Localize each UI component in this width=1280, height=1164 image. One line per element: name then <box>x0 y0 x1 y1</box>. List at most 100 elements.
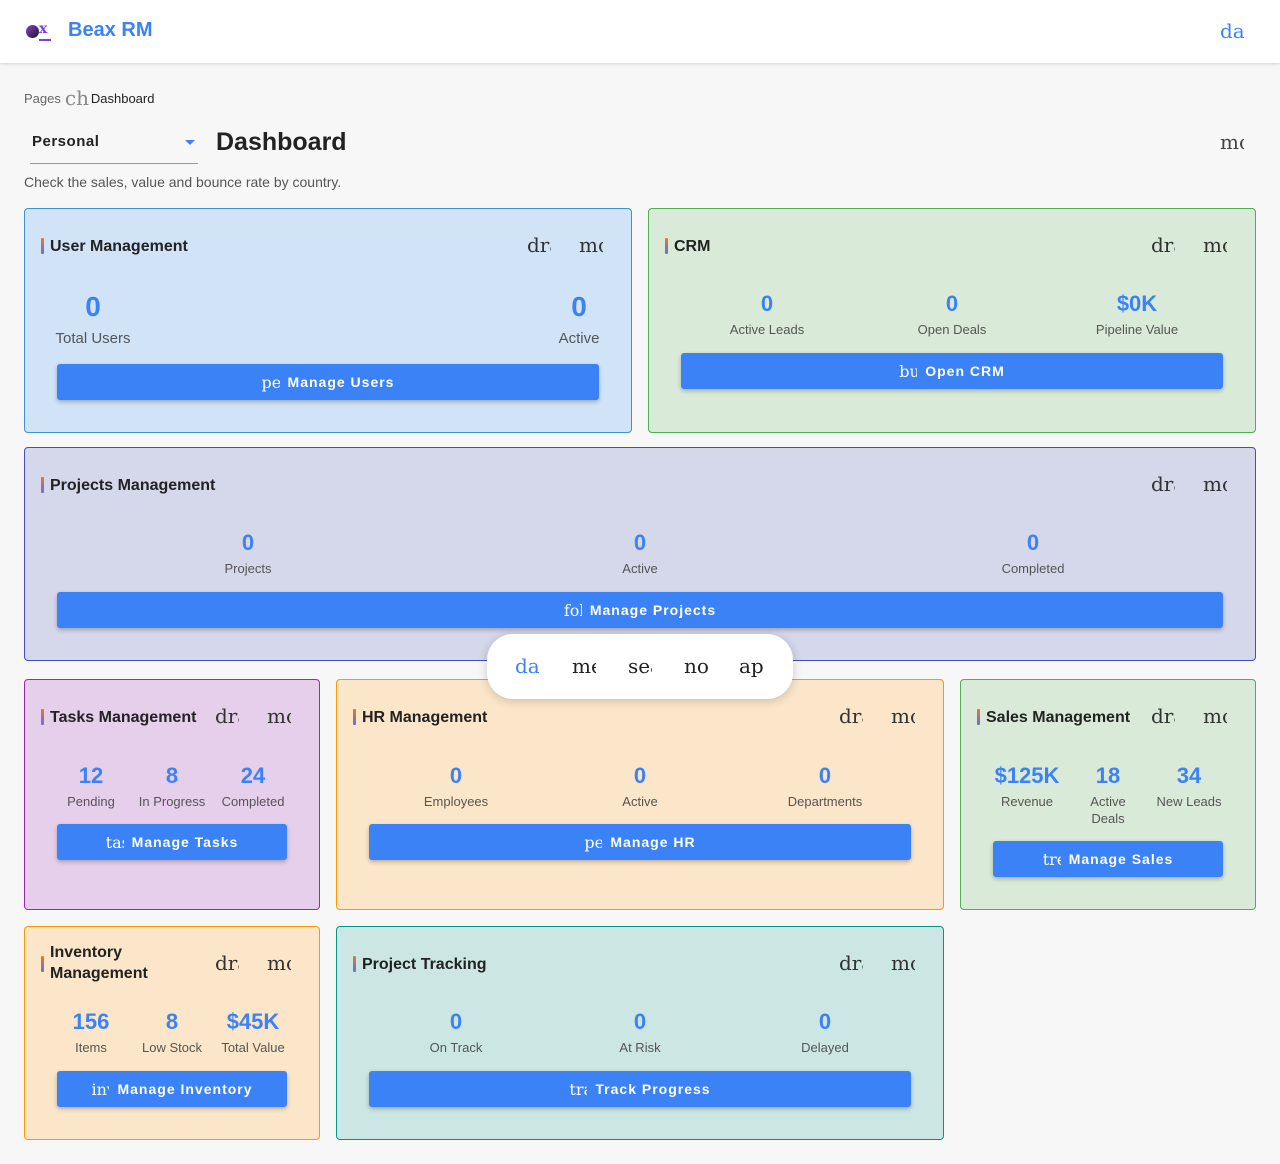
more-vert-icon[interactable]: more_vert <box>1203 472 1227 496</box>
nav-search-icon[interactable]: search <box>628 654 652 678</box>
breadcrumb: Pages chevron_right Dashboard <box>24 86 154 110</box>
stat-value: 156 <box>72 1009 110 1034</box>
button-label: Manage Inventory <box>117 1081 253 1097</box>
page-subtitle: Check the sales, value and bounce rate b… <box>24 174 342 190</box>
manage-projects-button[interactable]: folder Manage Projects <box>57 592 1223 628</box>
chevron-right-icon: chevron_right <box>64 86 89 110</box>
stat-value: 0 <box>818 763 832 788</box>
stat-value: 8 <box>165 1009 179 1034</box>
button-label: Manage Sales <box>1068 851 1174 867</box>
workspace-select-value: Personal <box>32 133 100 150</box>
title-accent-bar <box>665 238 668 254</box>
card-title: CRM <box>674 238 711 255</box>
button-label: Manage Users <box>287 374 395 390</box>
title-accent-bar <box>353 709 356 725</box>
people-icon: people <box>584 832 603 852</box>
workspace-select[interactable]: Personal <box>30 124 198 164</box>
stat-label: Active <box>558 330 600 347</box>
stat-label: Employees <box>423 794 489 809</box>
stat-value: $125K <box>994 763 1060 788</box>
more-vert-icon[interactable]: more_vert <box>1203 704 1227 728</box>
stat-value: 0 <box>241 530 255 555</box>
title-accent-bar <box>41 956 44 972</box>
card-title: HR Management <box>362 709 488 726</box>
floating-bottom-nav: dashboard menu search notifications apps <box>487 634 793 699</box>
task-icon: task <box>105 832 124 852</box>
button-label: Manage Tasks <box>131 834 239 850</box>
track-progress-button[interactable]: track_changes Track Progress <box>369 1071 911 1107</box>
stat-label: In Progress <box>138 794 206 809</box>
manage-inventory-button[interactable]: inventory Manage Inventory <box>57 1071 287 1107</box>
stat-value: 24 <box>240 763 266 788</box>
dashboard-icon[interactable]: dashboard <box>1220 19 1244 43</box>
card-title: Sales Management <box>986 709 1131 726</box>
title-accent-bar <box>41 477 44 493</box>
manage-sales-button[interactable]: trending_up Manage Sales <box>993 841 1223 877</box>
stat-value: 0 <box>818 1009 832 1034</box>
more-vert-icon[interactable]: more_vert <box>891 704 915 728</box>
folder-icon: folder <box>563 600 582 620</box>
stat-value: 0 <box>760 291 774 316</box>
stat-label: Active Deals <box>1090 794 1126 826</box>
stat-label: Departments <box>787 794 863 809</box>
stat-label: New Leads <box>1156 794 1222 809</box>
drag-indicator-icon[interactable]: drag_indicator <box>1151 472 1175 496</box>
nav-apps-icon[interactable]: apps <box>739 654 763 678</box>
app-logo[interactable]: x <box>26 21 54 42</box>
card-title: User Management <box>50 238 188 255</box>
stat-value: 0 <box>633 530 647 555</box>
drag-indicator-icon[interactable]: drag_indicator <box>839 704 863 728</box>
people-icon: people <box>261 372 280 392</box>
manage-users-button[interactable]: people Manage Users <box>57 364 599 400</box>
inventory-management-card: Inventory Management drag_indicator more… <box>24 926 320 1140</box>
more-vert-icon[interactable]: more_vert <box>1203 233 1227 257</box>
drag-indicator-icon[interactable]: drag_indicator <box>215 704 239 728</box>
stat-value: 12 <box>78 763 104 788</box>
title-accent-bar <box>41 709 44 725</box>
breadcrumb-pages-link[interactable]: Pages <box>24 91 61 106</box>
stat-label: Active <box>622 794 658 809</box>
business-icon: business <box>899 361 918 381</box>
stat-value: 0 <box>633 1009 647 1034</box>
drag-indicator-icon[interactable]: drag_indicator <box>1151 704 1175 728</box>
stat-label: Pipeline Value <box>1095 322 1179 337</box>
drag-indicator-icon[interactable]: drag_indicator <box>527 233 551 257</box>
nav-dashboard-icon[interactable]: dashboard <box>515 654 539 678</box>
button-label: Manage Projects <box>589 602 717 618</box>
inventory-icon: inventory <box>91 1079 109 1099</box>
crm-card: CRM drag_indicator more_vert 0 Active Le… <box>648 208 1256 433</box>
nav-menu-icon[interactable]: menu <box>572 654 596 678</box>
more-vert-icon[interactable]: more_vert <box>1220 130 1244 154</box>
open-crm-button[interactable]: business Open CRM <box>681 353 1223 389</box>
title-accent-bar <box>977 709 980 725</box>
top-app-bar: x Beax RM dashboard <box>0 0 1280 63</box>
title-accent-bar <box>41 238 44 254</box>
logo-letter: x <box>39 21 48 37</box>
manage-tasks-button[interactable]: task Manage Tasks <box>57 824 287 860</box>
stat-value: 0 <box>85 291 101 322</box>
drag-indicator-icon[interactable]: drag_indicator <box>215 951 239 975</box>
drag-indicator-icon[interactable]: drag_indicator <box>839 951 863 975</box>
more-vert-icon[interactable]: more_vert <box>267 704 291 728</box>
card-title: Project Tracking <box>362 956 487 973</box>
stat-label: Open Deals <box>917 322 987 337</box>
stat-label: Low Stock <box>142 1040 202 1055</box>
card-title: Projects Management <box>50 477 216 494</box>
stat-label: Completed <box>1001 561 1065 576</box>
app-title[interactable]: Beax RM <box>68 19 152 42</box>
manage-hr-button[interactable]: people Manage HR <box>369 824 911 860</box>
sales-management-card: Sales Management drag_indicator more_ver… <box>960 679 1256 910</box>
logo-ball-icon <box>26 25 39 38</box>
more-vert-icon[interactable]: more_vert <box>267 951 291 975</box>
stat-label: Delayed <box>801 1040 849 1055</box>
more-vert-icon[interactable]: more_vert <box>579 233 603 257</box>
drag-indicator-icon[interactable]: drag_indicator <box>1151 233 1175 257</box>
hr-management-card: HR Management drag_indicator more_vert 0… <box>336 679 944 910</box>
projects-management-card: Projects Management drag_indicator more_… <box>24 447 1256 661</box>
stat-value: 0 <box>571 291 587 322</box>
stat-label: Active Leads <box>729 322 805 337</box>
nav-notifications-icon[interactable]: notifications <box>684 654 708 678</box>
stat-value: $0K <box>1116 291 1158 316</box>
more-vert-icon[interactable]: more_vert <box>891 951 915 975</box>
stat-value: 0 <box>633 763 647 788</box>
